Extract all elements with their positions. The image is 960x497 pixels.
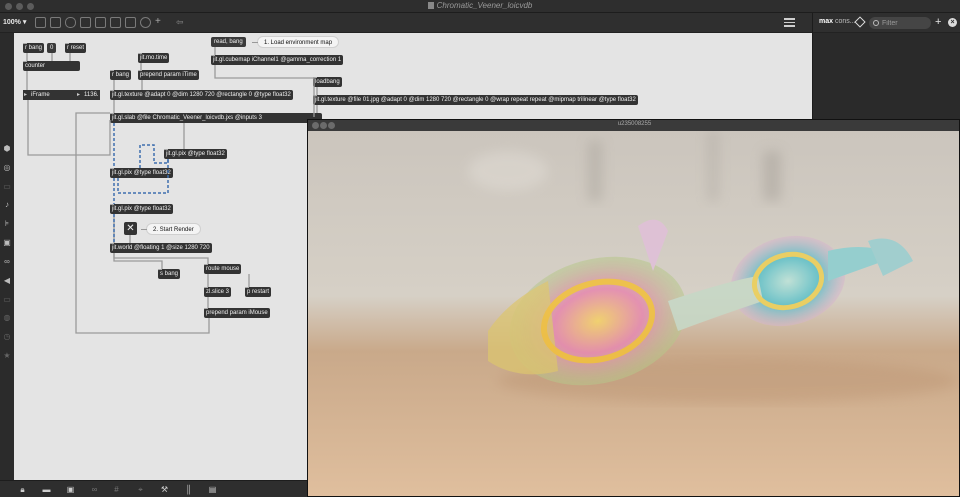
search-icon	[873, 20, 879, 26]
zoom-menu[interactable]: 100% ▾	[3, 18, 26, 26]
settings-icon[interactable]: ◍	[3, 314, 11, 322]
star-icon[interactable]: ★	[3, 352, 11, 360]
sidebar-toggle-icon[interactable]	[784, 18, 795, 27]
patcher-toolbar: 100% ▾ + ⇦	[0, 13, 812, 33]
zoom-value: 100%	[3, 19, 21, 26]
panel-icon[interactable]: ▭	[3, 296, 11, 304]
console-title-rest: cons...	[834, 18, 856, 25]
window-title: Chromatic_Veener_loicvdb	[0, 1, 960, 10]
document-icon	[427, 2, 434, 9]
layout-icon[interactable]: ▭	[3, 183, 11, 191]
toggle-icon[interactable]	[95, 17, 106, 28]
dial-icon[interactable]	[140, 17, 151, 28]
link-mode-icon[interactable]: ∞	[90, 485, 99, 494]
music-note-icon[interactable]: ♪	[3, 201, 11, 209]
snap-icon[interactable]: ⌖	[136, 485, 145, 494]
target-icon[interactable]: ◎	[3, 164, 11, 172]
speaker-icon[interactable]: ◀	[3, 277, 11, 285]
button-icon[interactable]	[80, 17, 91, 28]
console-title-bold: max	[819, 18, 834, 25]
share-icon[interactable]: ⇦	[176, 17, 187, 28]
wrench-icon[interactable]: ⚒	[160, 485, 169, 494]
package-icon[interactable]: ⬢	[3, 145, 11, 153]
close-console-button[interactable]: ×	[948, 18, 957, 27]
comment-icon[interactable]	[65, 17, 76, 28]
keyboard-icon[interactable]: ▤	[208, 485, 217, 494]
mixer-icon[interactable]: ║	[184, 485, 193, 494]
add-object-icon[interactable]: +	[155, 17, 166, 28]
render-window[interactable]: u235008255	[307, 119, 960, 497]
image-icon[interactable]: ▣	[3, 239, 11, 247]
console-title[interactable]: max cons...	[819, 18, 856, 25]
console-options-icon[interactable]	[854, 16, 866, 28]
console-header: max cons... + ×	[813, 13, 960, 33]
left-sidebar: ⬢ ◎ ▭ ♪ ⊧ ▣ ∞ ◀ ▭ ◍ ◷ ★	[0, 33, 14, 480]
render-window-title: u235008255	[617, 121, 652, 127]
object-icon[interactable]	[35, 17, 46, 28]
add-tab-button[interactable]: +	[935, 16, 941, 28]
lock-icon[interactable]: 🔒︎	[18, 485, 27, 494]
link-icon[interactable]: ∞	[3, 258, 11, 266]
render-window-title-bar: u235008255	[308, 120, 959, 131]
step-icon[interactable]: ⊧	[3, 220, 11, 228]
clock-icon[interactable]: ◷	[3, 333, 11, 341]
windows-icon[interactable]: ▣	[66, 485, 75, 494]
render-output-view[interactable]	[308, 131, 960, 497]
window-title-text: Chromatic_Veener_loicvdb	[436, 1, 533, 10]
grid-icon[interactable]: #	[112, 485, 121, 494]
number-icon[interactable]	[110, 17, 121, 28]
slider-icon[interactable]	[125, 17, 136, 28]
title-bar: Chromatic_Veener_loicvdb	[0, 0, 960, 13]
message-icon[interactable]	[50, 17, 61, 28]
presentation-icon[interactable]: ▬	[42, 485, 51, 494]
